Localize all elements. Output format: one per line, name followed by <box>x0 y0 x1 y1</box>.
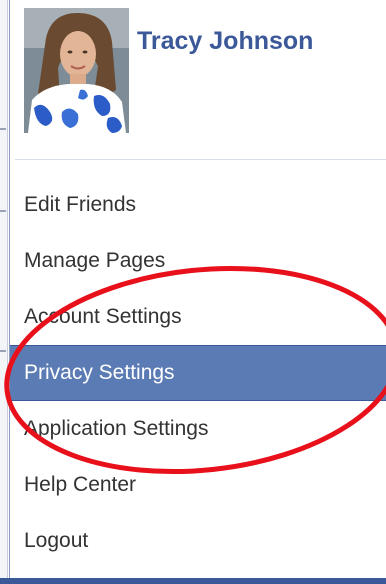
menu-item-manage-pages[interactable]: Manage Pages <box>10 233 386 289</box>
profile-header[interactable]: Tracy Johnson <box>10 0 386 158</box>
menu-item-privacy-settings[interactable]: Privacy Settings <box>10 345 386 401</box>
menu-bottom-border <box>0 578 386 584</box>
menu-divider <box>15 159 386 160</box>
edge-tick <box>0 210 6 212</box>
menu-item-help-center[interactable]: Help Center <box>10 457 386 513</box>
edge-tick <box>0 350 6 352</box>
background-page-edge <box>0 0 8 584</box>
menu-item-account-settings[interactable]: Account Settings <box>10 289 386 345</box>
edge-tick <box>0 128 6 130</box>
menu-item-application-settings[interactable]: Application Settings <box>10 401 386 457</box>
profile-avatar[interactable] <box>24 8 129 133</box>
account-dropdown-menu: Tracy Johnson Edit Friends Manage Pages … <box>9 0 386 578</box>
avatar-photo <box>24 8 129 133</box>
menu-list: Edit Friends Manage Pages Account Settin… <box>10 177 386 569</box>
menu-item-logout[interactable]: Logout <box>10 513 386 569</box>
menu-item-edit-friends[interactable]: Edit Friends <box>10 177 386 233</box>
profile-name-link[interactable]: Tracy Johnson <box>137 27 313 56</box>
